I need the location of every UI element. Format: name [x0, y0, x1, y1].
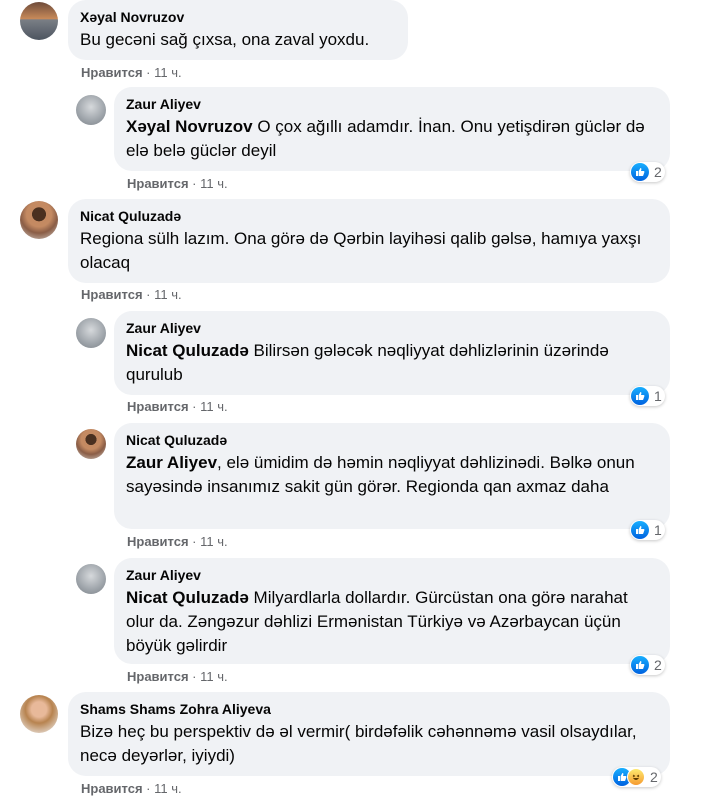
comment-bubble: Shams Shams Zohra Aliyeva Bizə heç bu pe… — [68, 692, 670, 776]
comment-shams-zohra-aliyeva: Shams Shams Zohra Aliyeva Bizə heç bu pe… — [0, 0, 710, 800]
reaction-count: 2 — [650, 769, 658, 785]
avatar[interactable] — [20, 695, 58, 733]
comment-text: Bizə heç bu perspektiv də əl vermir( bir… — [80, 722, 637, 765]
timestamp[interactable]: 11 ч. — [154, 781, 182, 796]
like-link[interactable]: Нравится — [81, 781, 143, 796]
comment-actions: Нравится · 11 ч. — [81, 781, 182, 797]
reaction-summary[interactable]: 2 — [612, 767, 661, 787]
comment-author[interactable]: Shams Shams Zohra Aliyeva — [80, 700, 658, 719]
separator: · — [142, 781, 155, 796]
haha-reaction-icon — [627, 768, 645, 786]
